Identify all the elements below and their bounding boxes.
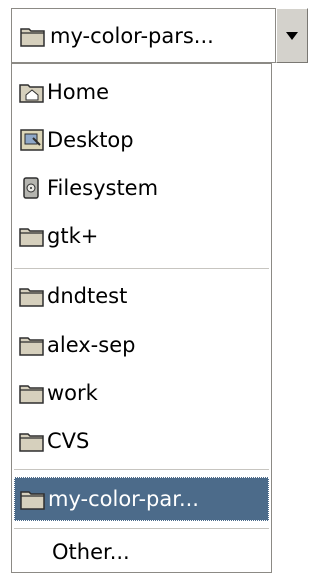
menu-item-cvs[interactable]: CVS — [12, 421, 271, 461]
menu-item-dndtest[interactable]: dndtest — [12, 276, 271, 316]
menu-item-my-color-par[interactable]: my-color-par... — [14, 477, 269, 521]
menu-item-label: work — [47, 381, 98, 405]
folder-icon — [20, 487, 46, 511]
folder-icon — [19, 381, 45, 405]
menu-item-label: CVS — [47, 429, 90, 453]
filesystem-icon — [19, 176, 45, 200]
menu-separator — [14, 268, 269, 270]
folder-icon — [19, 333, 45, 357]
menu-item-label: alex-sep — [47, 333, 136, 357]
menu-item-label: Other... — [52, 540, 130, 564]
dropdown-button[interactable] — [276, 8, 308, 63]
chevron-down-icon — [286, 31, 298, 40]
menu-item-label: my-color-par... — [48, 487, 199, 511]
menu-item-other[interactable]: Other... — [12, 532, 271, 572]
menu-item-filesystem[interactable]: Filesystem — [12, 168, 271, 208]
folder-icon — [19, 224, 45, 248]
home-folder-icon — [19, 80, 45, 104]
menu-item-work[interactable]: work — [12, 373, 271, 413]
menu-item-label: dndtest — [47, 284, 128, 308]
folder-icon — [19, 284, 45, 308]
folder-icon — [19, 429, 45, 453]
folder-icon — [20, 24, 46, 48]
menu-separator — [14, 469, 269, 471]
menu-item-home[interactable]: Home — [12, 72, 271, 112]
folder-dropdown-menu: Home Desktop Filesystem gtk+ dndtest ale… — [11, 63, 272, 573]
menu-item-label: Home — [47, 80, 110, 104]
menu-separator — [14, 528, 269, 530]
menu-item-gtk[interactable]: gtk+ — [12, 216, 271, 256]
combo-selected-label: my-color-pars... — [50, 23, 214, 48]
menu-item-alex-sep[interactable]: alex-sep — [12, 325, 271, 365]
folder-combo-box[interactable]: my-color-pars... — [11, 8, 276, 63]
menu-item-label: Filesystem — [47, 176, 159, 200]
menu-item-desktop[interactable]: Desktop — [12, 120, 271, 160]
menu-item-label: Desktop — [47, 128, 134, 152]
desktop-icon — [19, 128, 45, 152]
menu-item-label: gtk+ — [47, 224, 99, 248]
